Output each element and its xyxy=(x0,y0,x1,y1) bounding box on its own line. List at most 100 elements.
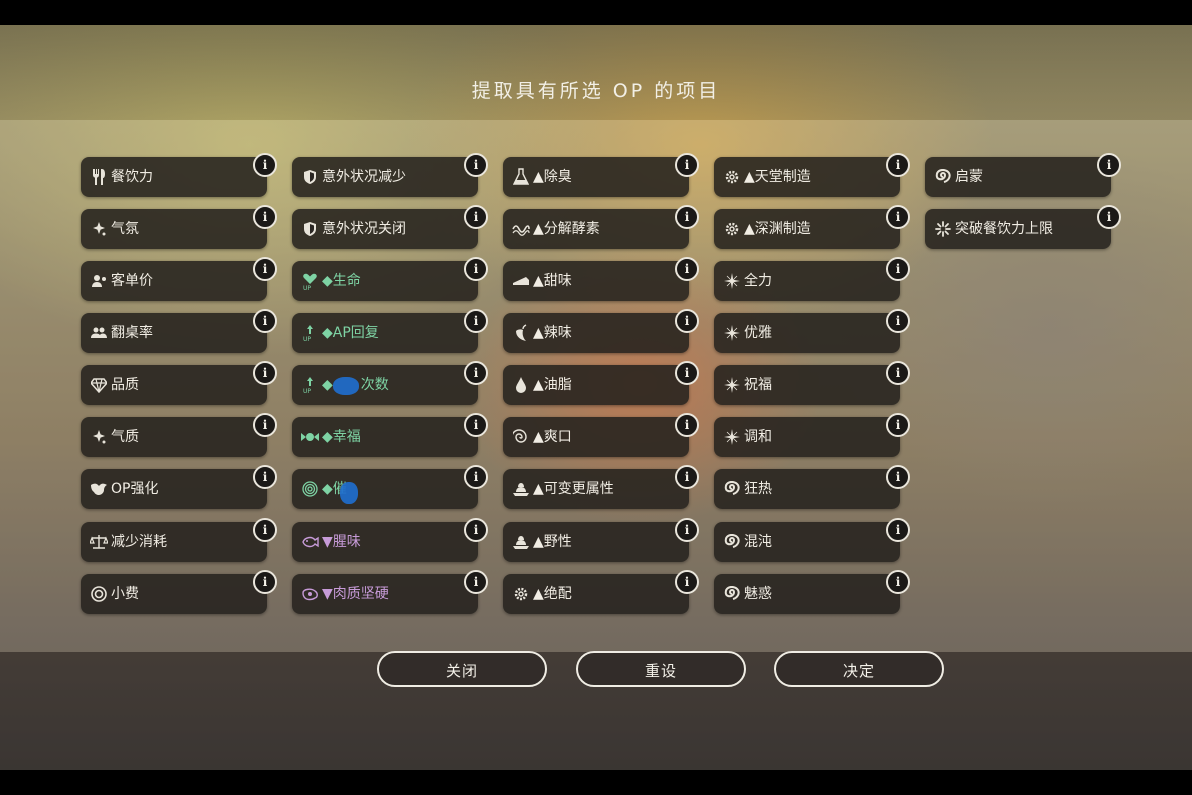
op-option-button[interactable]: 餐饮力 i xyxy=(81,153,277,197)
op-option-button[interactable]: 减少消耗 i xyxy=(81,518,277,562)
op-option-button[interactable]: ▲分解酵素 i xyxy=(503,205,699,249)
info-icon[interactable]: i xyxy=(253,309,277,333)
op-option-label-text: ▼腥味 xyxy=(322,534,361,550)
op-option-button[interactable]: 气质 i xyxy=(81,413,277,457)
info-icon[interactable]: i xyxy=(464,309,488,333)
op-option-label: ▲辣味 xyxy=(533,323,572,343)
op-option-button[interactable]: UP ◆生命 i xyxy=(292,257,488,301)
info-icon[interactable]: i xyxy=(253,413,277,437)
op-option-button[interactable]: ▲可变更属性 i xyxy=(503,465,699,509)
dish-icon xyxy=(512,479,530,499)
info-icon[interactable]: i xyxy=(253,257,277,281)
op-option-button[interactable]: ▲深渊制造 i xyxy=(714,205,910,249)
info-icon[interactable]: i xyxy=(464,413,488,437)
op-option-button[interactable]: 魅惑 i xyxy=(714,570,910,614)
info-icon[interactable]: i xyxy=(675,361,699,385)
info-icon[interactable]: i xyxy=(675,413,699,437)
info-icon[interactable]: i xyxy=(464,361,488,385)
op-option-button[interactable]: ▲甜味 i xyxy=(503,257,699,301)
op-option-button[interactable]: ▲油脂 i xyxy=(503,361,699,405)
scribble-mark xyxy=(340,482,358,504)
op-option-button[interactable]: 气氛 i xyxy=(81,205,277,249)
info-icon[interactable]: i xyxy=(886,518,910,542)
op-option-button[interactable]: 突破餐饮力上限 i xyxy=(925,205,1121,249)
info-icon[interactable]: i xyxy=(675,309,699,333)
op-option-button[interactable]: 祝福 i xyxy=(714,361,910,405)
op-option-label: ▼肉质坚硬 xyxy=(322,584,389,604)
op-option-button[interactable]: ◆催 i xyxy=(292,465,488,509)
op-option-button[interactable]: 意外状况减少 i xyxy=(292,153,488,197)
op-option-label: ▲野性 xyxy=(533,532,572,552)
info-icon[interactable]: i xyxy=(886,413,910,437)
star-burst-icon xyxy=(723,427,741,447)
info-icon[interactable]: i xyxy=(886,153,910,177)
op-option-label: 气氛 xyxy=(111,219,139,239)
op-option-label-text: ▲甜味 xyxy=(533,273,572,289)
swirl-icon xyxy=(512,427,530,447)
info-icon[interactable]: i xyxy=(886,361,910,385)
info-icon[interactable]: i xyxy=(886,570,910,594)
shield-icon xyxy=(301,167,319,187)
info-icon[interactable]: i xyxy=(464,153,488,177)
op-option-button[interactable]: UP ◆ 次数 i xyxy=(292,361,488,405)
info-icon[interactable]: i xyxy=(464,257,488,281)
info-icon[interactable]: i xyxy=(1097,153,1121,177)
info-icon[interactable]: i xyxy=(675,570,699,594)
op-option-button[interactable]: ▼肉质坚硬 i xyxy=(292,570,488,614)
op-option-button[interactable]: OP强化 i xyxy=(81,465,277,509)
op-option-label-text: ◆AP回复 xyxy=(322,325,379,341)
info-icon[interactable]: i xyxy=(464,570,488,594)
info-icon[interactable]: i xyxy=(253,205,277,229)
op-option-button[interactable]: 调和 i xyxy=(714,413,910,457)
op-option-label-text: ◆ xyxy=(322,377,333,393)
op-option-button[interactable]: 混沌 i xyxy=(714,518,910,562)
spiral-icon xyxy=(301,479,319,499)
info-icon[interactable]: i xyxy=(675,257,699,281)
op-option-label: 突破餐饮力上限 xyxy=(955,219,1053,239)
op-option-button[interactable]: 狂热 i xyxy=(714,465,910,509)
op-option-button[interactable]: ▲爽口 i xyxy=(503,413,699,457)
op-option-button[interactable]: 品质 i xyxy=(81,361,277,405)
info-icon[interactable]: i xyxy=(253,153,277,177)
op-option-button[interactable]: 小费 i xyxy=(81,570,277,614)
info-icon[interactable]: i xyxy=(253,361,277,385)
op-option-label: 减少消耗 xyxy=(111,532,167,552)
info-icon[interactable]: i xyxy=(675,153,699,177)
op-option-button[interactable]: 全力 i xyxy=(714,257,910,301)
confirm-button[interactable]: 决定 xyxy=(774,651,944,687)
info-icon[interactable]: i xyxy=(886,309,910,333)
op-option-button[interactable]: ▲天堂制造 i xyxy=(714,153,910,197)
op-option-button[interactable]: ▼腥味 i xyxy=(292,518,488,562)
op-option-button[interactable]: UP ◆AP回复 i xyxy=(292,309,488,353)
op-option-button[interactable]: 意外状况关闭 i xyxy=(292,205,488,249)
info-icon[interactable]: i xyxy=(1097,205,1121,229)
op-option-button[interactable]: ◆幸福 i xyxy=(292,413,488,457)
op-option-button[interactable]: 翻桌率 i xyxy=(81,309,277,353)
star-burst-icon xyxy=(723,323,741,343)
op-option-button[interactable]: ▲绝配 i xyxy=(503,570,699,614)
op-option-button[interactable]: 启蒙 i xyxy=(925,153,1121,197)
op-option-button[interactable]: ▲辣味 i xyxy=(503,309,699,353)
info-icon[interactable]: i xyxy=(253,518,277,542)
info-icon[interactable]: i xyxy=(675,465,699,489)
info-icon[interactable]: i xyxy=(253,465,277,489)
reset-button[interactable]: 重设 xyxy=(576,651,746,687)
op-option-button[interactable]: ▲野性 i xyxy=(503,518,699,562)
op-option-button[interactable]: 优雅 i xyxy=(714,309,910,353)
info-icon[interactable]: i xyxy=(886,465,910,489)
info-icon[interactable]: i xyxy=(886,257,910,281)
info-icon[interactable]: i xyxy=(464,205,488,229)
close-button[interactable]: 关闭 xyxy=(377,651,547,687)
info-icon[interactable]: i xyxy=(675,205,699,229)
op-option-button[interactable]: ▲除臭 i xyxy=(503,153,699,197)
info-icon[interactable]: i xyxy=(675,518,699,542)
info-icon[interactable]: i xyxy=(253,570,277,594)
op-option-label-text: 客单价 xyxy=(111,273,153,289)
info-icon[interactable]: i xyxy=(886,205,910,229)
op-option-label: 优雅 xyxy=(744,323,772,343)
op-option-button[interactable]: 客单价 i xyxy=(81,257,277,301)
op-option-label-text: ▲可变更属性 xyxy=(533,481,614,497)
info-icon[interactable]: i xyxy=(464,518,488,542)
info-icon[interactable]: i xyxy=(464,465,488,489)
op-option-label: ◆生命 xyxy=(322,271,361,291)
